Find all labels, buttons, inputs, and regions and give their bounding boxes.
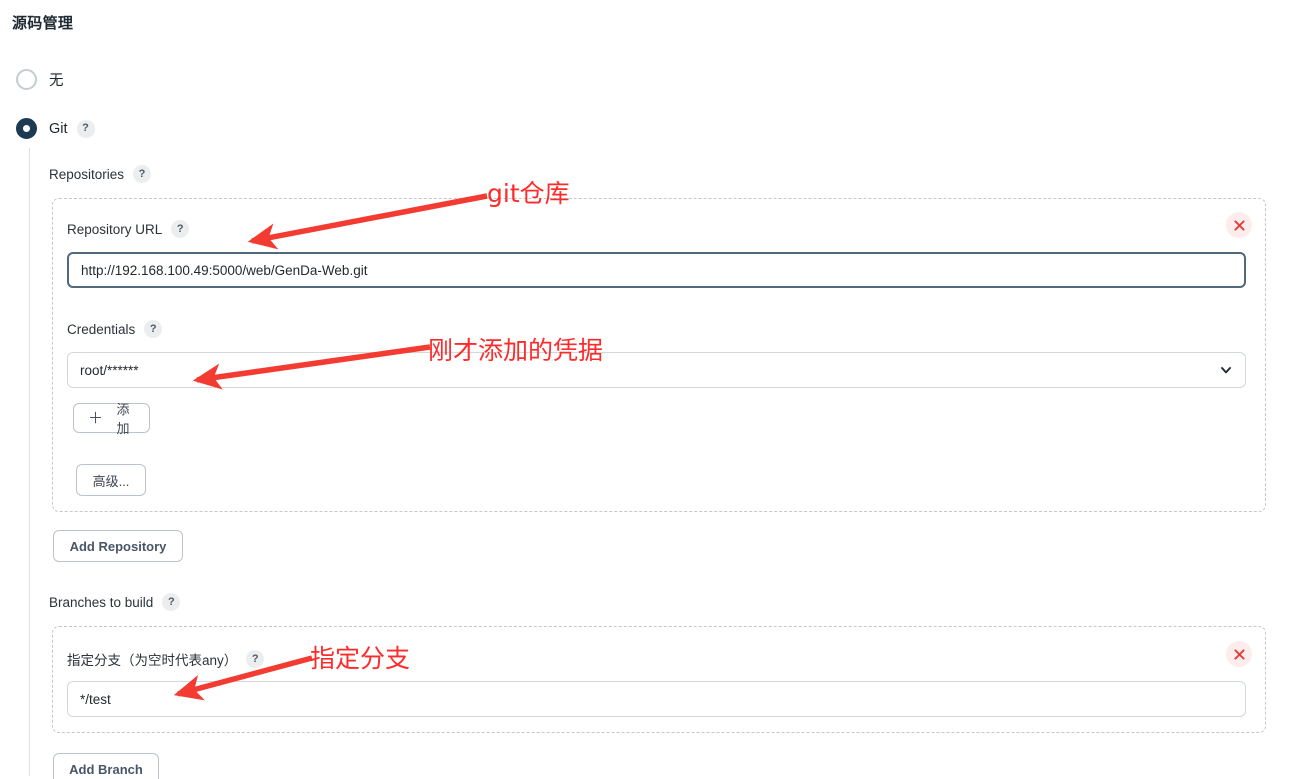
advanced-label: 高级... <box>92 473 130 489</box>
scm-option-none[interactable]: 无 <box>16 69 64 90</box>
repositories-label-row: Repositories ? <box>49 165 152 183</box>
branches-label: Branches to build <box>49 594 154 610</box>
branch-spec-field[interactable] <box>67 681 1246 717</box>
repository-url-label: Repository URL <box>67 221 163 237</box>
scm-option-git[interactable]: Git ? <box>16 118 95 139</box>
repository-url-field[interactable] <box>67 252 1246 288</box>
radio-none-icon[interactable] <box>16 69 37 90</box>
close-icon <box>1233 648 1245 660</box>
add-branch-label: Add Branch <box>69 761 143 777</box>
add-credentials-label: 添加 <box>116 402 130 436</box>
add-branch-button[interactable]: Add Branch <box>53 753 159 779</box>
credentials-label-row: Credentials ? <box>67 320 163 338</box>
branch-spec-label-row: 指定分支（为空时代表any） ? <box>67 649 265 669</box>
add-repository-label: Add Repository <box>69 538 167 554</box>
add-repository-button[interactable]: Add Repository <box>53 530 183 562</box>
scm-option-none-label: 无 <box>49 73 64 89</box>
delete-branch-button[interactable] <box>1226 641 1252 667</box>
help-icon-repositories[interactable]: ? <box>133 165 152 183</box>
branches-label-row: Branches to build ? <box>49 593 181 611</box>
scm-configuration-page: 源码管理 无 Git ? Repositories ? Repository U… <box>0 0 1315 779</box>
indent-guide <box>29 148 30 776</box>
plus-icon: ＋ <box>88 409 104 427</box>
credentials-select-value-box[interactable]: root/****** <box>67 352 1246 388</box>
help-icon-branch-spec[interactable]: ? <box>246 650 265 668</box>
credentials-select-value: root/****** <box>80 362 139 378</box>
repositories-label: Repositories <box>49 166 125 182</box>
credentials-label: Credentials <box>67 321 136 337</box>
add-credentials-button[interactable]: ＋ 添加 <box>73 402 150 436</box>
repository-url-label-row: Repository URL ? <box>67 220 190 238</box>
help-icon-repository-url[interactable]: ? <box>171 220 190 238</box>
advanced-button[interactable]: 高级... <box>76 464 146 496</box>
credentials-select[interactable]: root/****** <box>67 352 1246 388</box>
scm-option-git-label: Git <box>49 120 68 137</box>
close-icon <box>1233 219 1245 231</box>
radio-git-icon[interactable] <box>16 118 37 139</box>
help-icon-branches[interactable]: ? <box>162 593 181 611</box>
delete-repository-button[interactable] <box>1226 212 1252 238</box>
help-icon-credentials[interactable]: ? <box>144 320 163 338</box>
page-title: 源码管理 <box>12 15 74 32</box>
help-icon-git[interactable]: ? <box>76 119 95 138</box>
branch-spec-label: 指定分支（为空时代表any） <box>67 653 238 668</box>
